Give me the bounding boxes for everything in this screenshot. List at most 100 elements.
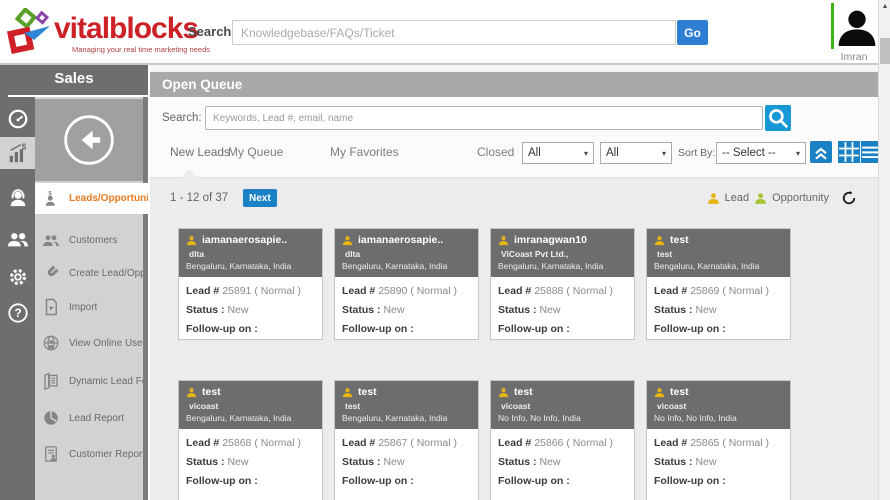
app-window: vitalblocks Managing your real time mark… <box>0 0 890 500</box>
rail-support-icon[interactable] <box>0 181 35 213</box>
scroll-up-arrow-icon[interactable]: ▲ <box>879 0 890 14</box>
sidebar-collapse-button[interactable] <box>35 99 143 181</box>
sidebar-item-create-lead[interactable]: Create Lead/Opportunity <box>35 257 143 289</box>
sidebar-item-label: Import <box>69 301 98 313</box>
customer-report-icon <box>45 446 57 462</box>
lead-number-label: Lead # <box>342 437 376 449</box>
lead-number-value: 25867 <box>378 437 408 449</box>
lead-card-body: Lead # 25888 ( Normal ) Status : New Fol… <box>491 277 634 350</box>
rail-customers-icon[interactable] <box>0 223 35 255</box>
main-content: Open Queue Search: New Leads My Queue My… <box>150 65 883 500</box>
filter-select-1[interactable]: All ▾ <box>522 142 594 164</box>
filter-panel: Search: New Leads My Queue My Favorites … <box>150 97 883 178</box>
magnet-icon <box>47 265 59 277</box>
lead-cards-row-2: test vicoast Bengaluru, Karnataka, India… <box>178 380 791 500</box>
sort-select[interactable]: -- Select -- ▾ <box>716 142 806 164</box>
dashboard-gauge-icon <box>8 109 27 129</box>
lead-number-label: Lead # <box>498 437 532 449</box>
sidebar-item-leads-opportunities[interactable]: $ Leads/Opportunities <box>35 183 148 214</box>
status-label: Status : <box>498 304 537 316</box>
lead-priority: ( Normal ) <box>410 285 457 297</box>
sidebar-item-dynamic-lead-forms[interactable]: Dynamic Lead Forms <box>35 365 143 397</box>
lead-card[interactable]: iamanaerosapie.. dlta Bengaluru, Karnata… <box>334 228 479 340</box>
tab-closed[interactable]: Closed <box>477 145 514 159</box>
lead-location: Bengaluru, Karnataka, India <box>654 261 760 271</box>
user-avatar[interactable] <box>831 3 877 49</box>
sort-by-label: Sort By: <box>678 147 716 159</box>
followup-label: Follow-up on : <box>186 475 258 487</box>
sidebar-item-lead-report[interactable]: Lead Report <box>35 402 143 434</box>
lead-location: Bengaluru, Karnataka, India <box>342 261 448 271</box>
filter-select-1-value: All <box>528 147 541 159</box>
lead-number-label: Lead # <box>186 285 220 297</box>
lead-card-header: iamanaerosapie.. dlta Bengaluru, Karnata… <box>179 229 322 277</box>
status-value: New <box>383 304 405 316</box>
lead-card[interactable]: test vicoast No Info, No Info, India Lea… <box>646 380 791 500</box>
sidebar-item-customer-report[interactable]: Customer Report <box>35 438 143 470</box>
user-silhouette-icon <box>838 10 876 46</box>
refresh-button[interactable] <box>840 189 858 207</box>
lead-card[interactable]: imranagwan10 ViCoast Pvt Ltd., Bengaluru… <box>490 228 635 340</box>
rail-dashboard-icon[interactable] <box>0 103 35 135</box>
online-users-globe-icon <box>43 335 59 351</box>
rail-settings-icon[interactable] <box>0 261 35 293</box>
sidebar-item-label: Customer Report <box>69 448 143 460</box>
sidebar-item-view-online-users[interactable]: View Online Users <box>35 327 143 359</box>
lead-company: dlta <box>345 249 361 259</box>
user-name: Imran <box>840 51 868 63</box>
status-value: New <box>383 456 405 468</box>
tab-my-queue[interactable]: My Queue <box>228 145 283 159</box>
lead-card[interactable]: test test Bengaluru, Karnataka, India Le… <box>334 380 479 500</box>
sort-direction-button[interactable] <box>810 141 832 163</box>
queue-search-input[interactable] <box>205 106 763 130</box>
lead-card-body: Lead # 25891 ( Normal ) Status : New Fol… <box>179 277 322 350</box>
queue-search-button[interactable] <box>765 105 791 131</box>
lead-number-label: Lead # <box>654 285 688 297</box>
lead-person-icon <box>654 235 665 245</box>
lead-company: test <box>657 249 673 259</box>
next-page-button[interactable]: Next <box>243 189 277 207</box>
lead-person-icon <box>498 387 509 397</box>
lead-forms-icon <box>44 372 58 390</box>
lead-legend-icon <box>707 192 719 204</box>
lead-card[interactable]: test vicoast Bengaluru, Karnataka, India… <box>178 380 323 500</box>
status-value: New <box>695 304 717 316</box>
lead-card[interactable]: test test Bengaluru, Karnataka, India Le… <box>646 228 791 340</box>
global-search-label: Search <box>188 24 232 39</box>
status-label: Status : <box>654 304 693 316</box>
lead-company: dlta <box>189 249 205 259</box>
lead-name: test <box>358 386 377 398</box>
scrollbar-thumb[interactable] <box>880 38 890 64</box>
sidebar-item-import[interactable]: Import <box>35 291 143 323</box>
sidebar-item-label: Create Lead/Opportunity <box>69 267 143 279</box>
grid-view-button[interactable] <box>838 141 860 163</box>
rail-sales-icon[interactable]: $ <box>0 137 35 169</box>
tab-my-favorites[interactable]: My Favorites <box>330 145 399 159</box>
lead-name: test <box>514 386 533 398</box>
global-search-input[interactable] <box>232 20 676 45</box>
go-button[interactable]: Go <box>677 20 708 45</box>
lead-priority: ( Normal ) <box>722 285 769 297</box>
refresh-icon <box>842 190 856 205</box>
lead-card-header: iamanaerosapie.. dlta Bengaluru, Karnata… <box>335 229 478 277</box>
filter-select-2[interactable]: All ▾ <box>600 142 672 164</box>
lead-card[interactable]: iamanaerosapie.. dlta Bengaluru, Karnata… <box>178 228 323 340</box>
lead-location: Bengaluru, Karnataka, India <box>186 261 292 271</box>
lead-number-value: 25888 <box>534 285 564 297</box>
status-label: Status : <box>342 456 381 468</box>
lead-card[interactable]: test vicoast No Info, No Info, India Lea… <box>490 380 635 500</box>
opportunity-legend-icon <box>755 192 767 204</box>
lead-location: No Info, No Info, India <box>498 413 581 423</box>
lead-name: iamanaerosapie.. <box>202 234 288 246</box>
page-scrollbar[interactable]: ▲ <box>878 0 890 500</box>
chevron-down-icon: ▾ <box>661 148 666 158</box>
lead-card-body: Lead # 25865 ( Normal ) Status : New Fol… <box>647 429 790 500</box>
lead-card-body: Lead # 25866 ( Normal ) Status : New Fol… <box>491 429 634 500</box>
back-arrow-icon <box>64 115 114 165</box>
lead-location: Bengaluru, Karnataka, India <box>342 413 448 423</box>
rail-help-icon[interactable]: ? <box>0 297 35 329</box>
sidebar-item-customers[interactable]: Customers <box>35 224 143 256</box>
tab-new-leads[interactable]: New Leads <box>170 145 230 159</box>
status-label: Status : <box>342 304 381 316</box>
lead-company: vicoast <box>501 401 531 411</box>
